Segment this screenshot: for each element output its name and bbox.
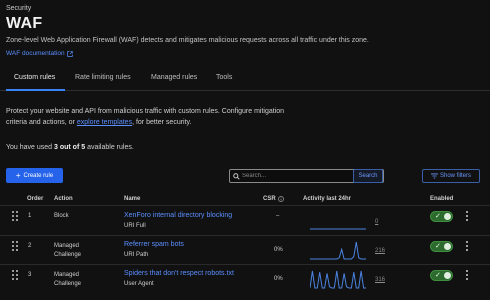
more-options-icon[interactable]: [466, 270, 469, 281]
page-title: WAF: [6, 15, 43, 32]
rule-name-link[interactable]: Referrer spam bots: [124, 241, 184, 248]
tab-custom-rules[interactable]: Custom rules: [14, 74, 55, 81]
rule-csr: 0%: [274, 276, 283, 282]
filter-icon: [430, 173, 438, 179]
column-header-csr[interactable]: CSR: [263, 196, 284, 202]
check-icon: ✓: [435, 243, 441, 250]
rule-field: URI Path: [124, 252, 149, 258]
rule-order: 1: [28, 213, 32, 219]
table-row: 2 Managed Challenge Referrer spam bots U…: [0, 235, 490, 265]
column-header-name[interactable]: Name: [124, 196, 140, 202]
external-link-icon: [66, 50, 73, 57]
rule-name-link[interactable]: XenForo internal directory blocking: [124, 212, 232, 219]
search-box: Search: [229, 169, 384, 183]
info-icon[interactable]: [277, 196, 284, 202]
rule-csr: 0%: [274, 247, 283, 253]
intro-text-part: , for better security.: [132, 119, 192, 126]
search-button[interactable]: Search: [353, 169, 383, 183]
rule-field: User Agent: [124, 281, 154, 287]
intro-text: Protect your website and API from malici…: [6, 106, 306, 128]
create-rule-label: Create rule: [23, 172, 54, 179]
sparkline-line: [310, 270, 366, 289]
enabled-toggle[interactable]: ✓: [430, 270, 453, 281]
rule-order: 3: [28, 272, 32, 278]
tab-rate-limiting-rules[interactable]: Rate limiting rules: [75, 74, 131, 81]
activity-count-link[interactable]: 0: [375, 219, 378, 225]
waf-documentation-link[interactable]: WAF documentation: [6, 50, 73, 57]
usage-text-part: You have used: [6, 144, 55, 151]
column-header-activity: Activity last 24hr: [303, 196, 352, 202]
more-options-icon[interactable]: [466, 211, 469, 222]
rule-csr: –: [276, 213, 280, 219]
show-filters-label: Show filters: [439, 173, 471, 179]
tab-managed-rules[interactable]: Managed rules: [151, 74, 197, 81]
search-icon: [230, 172, 242, 180]
rule-field: URI Full: [124, 223, 146, 229]
drag-handle-icon[interactable]: [12, 211, 18, 221]
column-header-enabled: Enabled: [430, 196, 454, 202]
create-rule-button[interactable]: + Create rule: [6, 168, 63, 183]
drag-handle-icon[interactable]: [12, 270, 18, 280]
plus-icon: +: [15, 170, 21, 180]
rule-action: Block: [54, 213, 69, 219]
rule-action: Managed Challenge: [54, 243, 82, 258]
breadcrumb[interactable]: Security: [6, 5, 31, 12]
csr-header-label: CSR: [263, 196, 276, 202]
drag-handle-icon[interactable]: [12, 241, 18, 251]
usage-count: 3 out of 5: [54, 144, 86, 151]
rule-order: 2: [28, 243, 32, 249]
search-input[interactable]: [242, 173, 342, 179]
activity-sparkline: [310, 228, 366, 230]
tab-tools[interactable]: Tools: [216, 74, 232, 81]
column-header-order[interactable]: Order: [27, 196, 43, 202]
show-filters-button[interactable]: Show filters: [422, 169, 480, 183]
active-tab-indicator: [6, 89, 65, 91]
column-header-action[interactable]: Action: [54, 196, 73, 202]
enabled-toggle[interactable]: ✓: [430, 211, 453, 222]
rule-name-link[interactable]: Spiders that don't respect robots.txt: [124, 270, 234, 277]
page-description: Zone-level Web Application Firewall (WAF…: [6, 37, 369, 44]
rule-usage-text: You have used 3 out of 5 available rules…: [6, 144, 134, 151]
rule-action: Managed Challenge: [54, 272, 82, 287]
activity-sparkline: [310, 270, 366, 289]
more-options-icon[interactable]: [466, 241, 469, 252]
explore-templates-link[interactable]: explore templates: [77, 119, 132, 126]
usage-text-part: available rules.: [85, 144, 134, 151]
activity-sparkline: [310, 241, 366, 260]
enabled-toggle[interactable]: ✓: [430, 241, 453, 252]
activity-count-link[interactable]: 316: [375, 277, 385, 283]
tab-bar: Custom rules Rate limiting rules Managed…: [0, 66, 490, 91]
check-icon: ✓: [435, 213, 441, 220]
sparkline-line: [310, 241, 366, 260]
check-icon: ✓: [435, 272, 441, 279]
table-row: 1 Block XenForo internal directory block…: [0, 205, 490, 235]
table-row: 3 Managed Challenge Spiders that don't r…: [0, 264, 490, 294]
activity-count-link[interactable]: 216: [375, 248, 385, 254]
doc-link-label[interactable]: WAF documentation: [6, 50, 65, 57]
